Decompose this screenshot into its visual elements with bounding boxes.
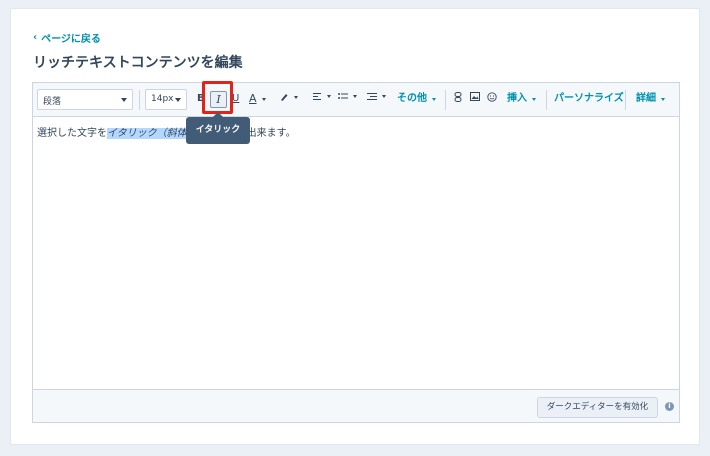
underline-label: U [232,93,240,104]
emoji-icon [487,92,497,102]
personalize-label: パーソナライズ [554,93,624,104]
personalize-button[interactable]: パーソナライズ [554,92,624,106]
italic-highlight-box [202,81,233,114]
chevron-down-icon [121,98,127,102]
chevron-down-icon [327,95,331,98]
toolbar-divider [546,90,547,110]
details-menu-label: 詳細 [636,93,656,104]
chevron-down-icon [353,95,357,98]
back-link-label: ページに戻る [41,34,101,45]
rich-text-editor: 段落 14px B I U A その他 挿入 パーソナライズ 詳細 選択した文字… [32,82,680,423]
link-button[interactable] [454,92,462,102]
paragraph-select-value: 段落 [43,97,62,107]
align-left-icon [313,93,321,100]
chevron-down-icon [661,97,665,101]
paragraph-select[interactable]: 段落 [37,89,133,110]
image-button[interactable] [470,92,480,101]
info-icon[interactable]: i [665,402,674,411]
content-text-after: 出来ます。 [246,128,296,139]
link-icon [454,92,462,102]
enable-dark-editor-button[interactable]: ダークエディターを有効化 [537,397,658,418]
italic-tooltip: イタリック [186,112,250,144]
insert-menu[interactable]: 挿入 [507,92,536,106]
image-icon [470,92,480,101]
indent-button[interactable] [367,92,386,101]
toolbar-divider [445,90,446,110]
selected-text: イタリック（斜体） [107,128,197,139]
emoji-button[interactable] [487,92,497,102]
editor-content[interactable]: 選択した文字をイタリック（斜体） 出来ます。 [37,124,296,139]
chevron-down-icon [261,97,266,101]
bullet-list-icon [338,93,348,99]
page-title: リッチテキストコンテンツを編集 [33,55,243,71]
toolbar-divider [139,90,140,110]
text-color-button[interactable]: A [249,92,266,106]
font-size-select[interactable]: 14px [145,89,187,110]
more-menu-label: その他 [397,93,427,104]
insert-menu-label: 挿入 [507,93,527,104]
chevron-left-icon: ‹ [33,32,38,43]
pen-icon [281,94,288,101]
toolbar-divider [625,90,626,110]
text-color-label: A [249,92,257,105]
details-menu[interactable]: 詳細 [636,92,665,106]
align-button[interactable] [313,92,331,101]
content-text-before: 選択した文字を [37,128,107,139]
editor-footer: ダークエディターを有効化 i [33,389,679,422]
highlight-button[interactable] [279,92,298,102]
underline-button[interactable]: U [232,92,239,106]
font-size-select-value: 14px [151,94,174,104]
chevron-down-icon [532,97,536,101]
bullet-list-button[interactable] [338,92,357,101]
editor-toolbar: 段落 14px B I U A その他 挿入 パーソナライズ 詳細 [33,83,679,117]
indent-icon [367,93,377,100]
back-link[interactable]: ‹ ページに戻る [33,30,101,45]
chevron-down-icon [294,95,298,99]
chevron-down-icon [175,98,181,102]
chevron-down-icon [432,97,436,101]
more-menu[interactable]: その他 [397,92,436,106]
chevron-down-icon [382,95,386,98]
